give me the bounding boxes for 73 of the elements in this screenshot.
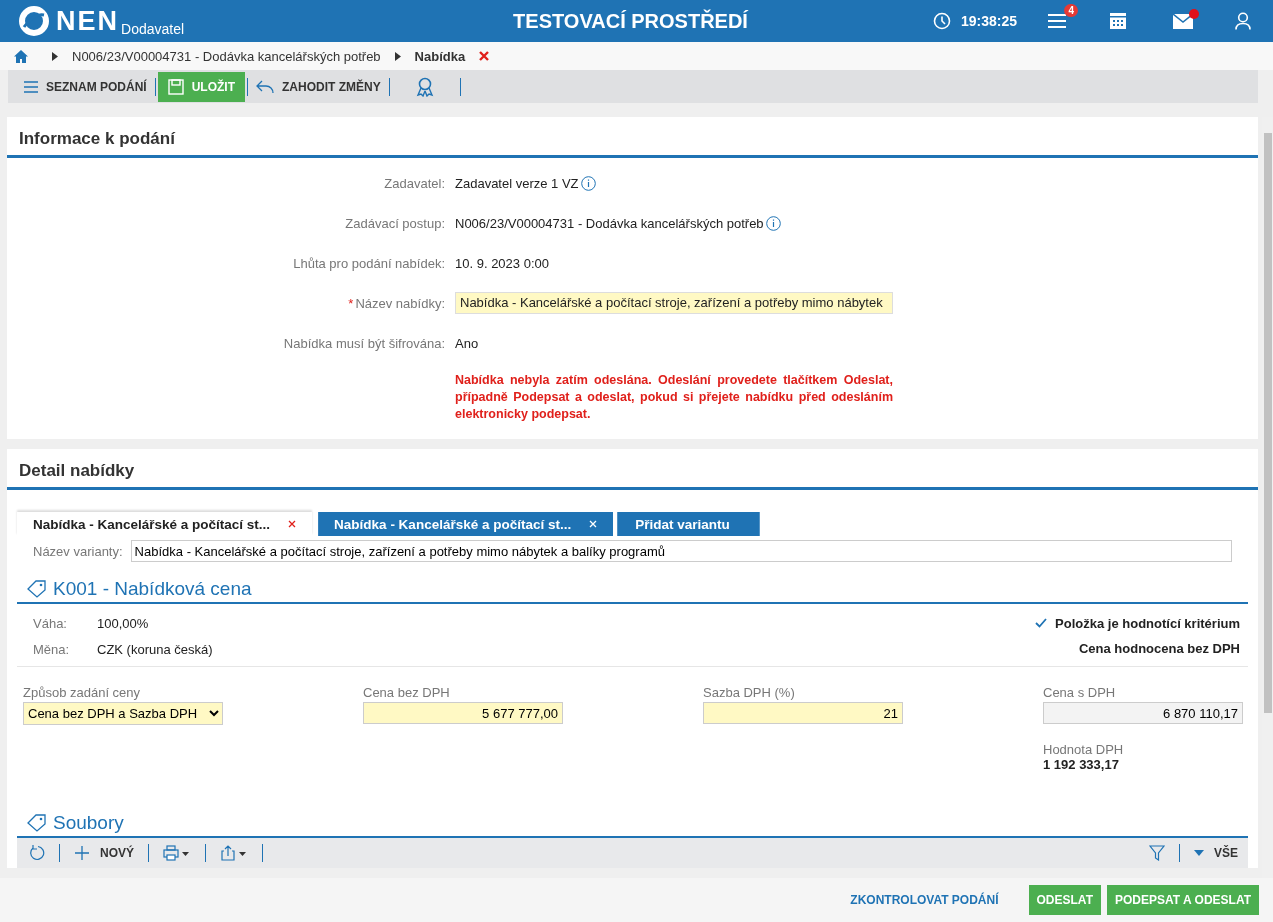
files-title: Soubory xyxy=(53,812,124,834)
field-value: CZK (koruna česká) xyxy=(97,641,213,657)
variant-tab[interactable]: Nabídka - Kancelářské a počítací st... xyxy=(17,512,313,536)
field-label: Sazba DPH (%) xyxy=(703,685,796,700)
info-icon[interactable] xyxy=(765,216,781,231)
field-label: Měna: xyxy=(33,641,71,657)
field-value: 100,00% xyxy=(97,615,149,631)
variant-tab[interactable]: Nabídka - Kancelářské a počítací st... xyxy=(318,512,614,536)
refresh-icon[interactable] xyxy=(29,845,45,861)
menu-icon xyxy=(24,80,38,93)
add-variant-tab[interactable]: Přidat variantu xyxy=(617,512,760,536)
readonly-field[interactable]: 6 870 110,17 xyxy=(1043,702,1243,724)
field-label: Název varianty: xyxy=(33,543,123,559)
price-mode-select[interactable]: Cena bez DPH a Sazba DPH xyxy=(23,702,223,725)
mail-icon[interactable] xyxy=(1173,13,1194,29)
field-value: Zadavatel verze 1 VZ xyxy=(455,176,579,191)
field-value: Ano xyxy=(455,336,479,351)
field-label: Zadavatel: xyxy=(384,176,445,191)
field-label: Lhůta pro podání nabídek: xyxy=(293,256,445,271)
filter-icon[interactable] xyxy=(1149,845,1165,861)
field-label: Způsob zadání ceny xyxy=(23,685,142,700)
breadcrumb-item[interactable]: N006/23/V00004731 - Dodávka kancelářských potřeb xyxy=(72,48,381,64)
logo-ring-icon xyxy=(18,5,50,37)
filter-all-button[interactable]: VŠE xyxy=(1194,846,1238,860)
section-title: Detail nabídky xyxy=(7,449,1258,490)
discard-button[interactable]: ZAHODIT ZMĚNY xyxy=(250,71,387,102)
logo-text: NEN xyxy=(56,5,119,37)
close-icon[interactable] xyxy=(479,51,490,61)
field-label: Cena bez DPH xyxy=(363,685,451,700)
chevron-icon xyxy=(52,51,58,61)
info-icon[interactable] xyxy=(580,176,596,191)
field-value: 1 192 333,17 xyxy=(1043,757,1120,772)
warning-message: Nabídka nebyla zatím odeslána. Odeslání provedete tlačítkem Odeslat, případně Podepsat a odeslat, pokud si přejete nabídku před odesláním elektronicky podepsat. xyxy=(455,372,893,423)
field-label: Zadávací postup: xyxy=(345,216,445,231)
field-value: N006/23/V00004731 - Dodávka kancelářských potřeb xyxy=(455,216,764,231)
required-marker: * xyxy=(348,296,354,311)
tag-icon xyxy=(27,814,47,832)
caret-icon xyxy=(1194,850,1204,856)
home-icon[interactable] xyxy=(14,49,28,63)
chevron-icon xyxy=(394,51,401,61)
tag-icon xyxy=(27,580,47,598)
input-field[interactable]: Nabídka - Kancelářské a počítací stroje, zařízení a potřeby mimo nábytek xyxy=(455,292,893,314)
check-submission-link[interactable]: ZKONTROLOVAT PODÁNÍ xyxy=(844,892,1005,908)
field-label: Název nabídky: xyxy=(355,296,445,311)
clock-time: 19:38:25 xyxy=(961,13,1018,29)
export-dropdown-icon[interactable] xyxy=(220,845,248,861)
award-icon xyxy=(415,76,434,97)
field-label: Hodnota DPH xyxy=(1043,742,1125,757)
criterion-title: K001 - Nabídková cena xyxy=(53,578,252,600)
notification-badge: 4 xyxy=(1064,4,1079,17)
input-field[interactable]: 21 xyxy=(703,702,903,724)
breadcrumb-item[interactable]: Nabídka xyxy=(414,48,466,64)
logo-subtitle: Dodavatel xyxy=(121,21,185,37)
field-value: 10. 9. 2023 0:00 xyxy=(455,256,549,271)
print-dropdown-icon[interactable] xyxy=(163,845,191,861)
list-button[interactable]: SEZNAM PODÁNÍ xyxy=(18,71,153,102)
field-label: Cena s DPH xyxy=(1043,685,1117,700)
undo-arrow-icon xyxy=(256,79,274,94)
input-field[interactable]: 5 677 777,00 xyxy=(363,702,563,724)
criterion-label: Položka je hodnotící kritérium xyxy=(1055,615,1240,631)
section-title: Informace k podání xyxy=(7,117,1258,158)
calendar-icon[interactable] xyxy=(1109,12,1128,30)
new-file-button[interactable]: NOVÝ xyxy=(74,845,134,861)
environment-title: TESTOVACÍ PROSTŘEDÍ xyxy=(512,9,749,33)
evaluation-note: Cena hodnocena bez DPH xyxy=(1078,640,1240,658)
field-label: Váha: xyxy=(33,615,68,631)
field-label: Nabídka musí být šifrována: xyxy=(283,336,445,351)
clock-icon xyxy=(933,12,951,30)
menu-icon[interactable] xyxy=(1047,13,1068,29)
plus-icon xyxy=(74,845,90,861)
close-icon[interactable] xyxy=(288,520,297,528)
user-icon[interactable] xyxy=(1235,12,1252,30)
input-field[interactable]: Nabídka - Kancelářské a počítací stroje, zařízení a potřeby mimo nábytek a balíky programů xyxy=(130,540,1232,562)
